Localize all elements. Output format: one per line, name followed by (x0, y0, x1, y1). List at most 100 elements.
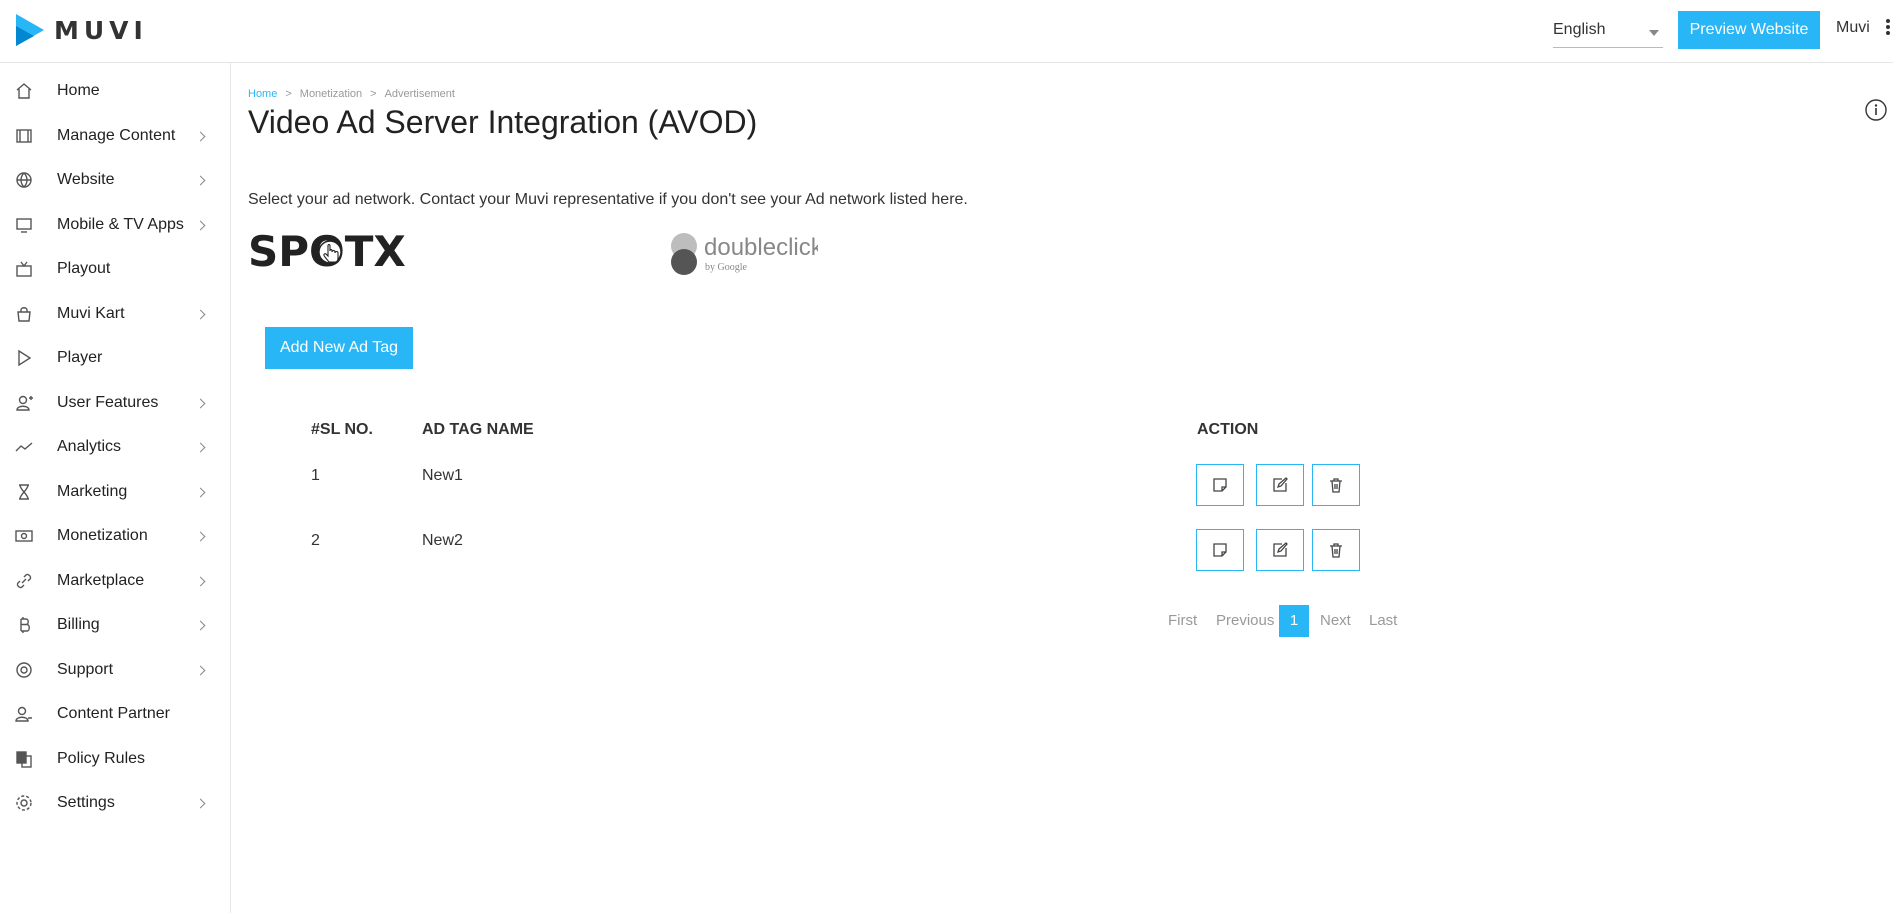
breadcrumb-home-link[interactable]: Home (248, 88, 277, 100)
kebab-menu-icon[interactable] (1886, 19, 1893, 39)
sidebar-item-marketplace[interactable]: Marketplace (0, 561, 230, 601)
breadcrumb-monetization-link[interactable]: Monetization (300, 88, 362, 100)
pagination-next[interactable]: Next (1320, 605, 1351, 637)
chevron-right-icon (195, 620, 206, 631)
user-menu-name[interactable]: Muvi (1836, 19, 1870, 37)
preview-website-button[interactable]: Preview Website (1678, 11, 1820, 49)
chevron-right-icon (195, 531, 206, 542)
sidebar-item-label: Billing (57, 616, 100, 633)
language-select[interactable]: English (1553, 18, 1663, 48)
sidebar-item-playout[interactable]: Playout (0, 249, 230, 289)
sidebar-item-policy-rules[interactable]: Policy Rules (0, 739, 230, 779)
sidebar-item-label: Support (57, 661, 114, 678)
view-button[interactable] (1196, 529, 1244, 571)
bitcoin-icon (14, 615, 34, 635)
breadcrumb-separator: > (285, 88, 292, 100)
copy-icon (14, 749, 34, 769)
breadcrumb-current: Advertisement (384, 88, 455, 100)
muvi-logo[interactable]: MUVI (14, 12, 148, 48)
column-header-ad-tag-name: AD TAG NAME (422, 421, 534, 438)
brand-name: MUVI (54, 15, 148, 45)
chevron-right-icon (195, 665, 206, 676)
sidebar-item-analytics[interactable]: Analytics (0, 427, 230, 467)
play-icon (14, 348, 34, 368)
sidebar-item-monetization[interactable]: Monetization (0, 516, 230, 556)
sidebar-item-label: Muvi Kart (57, 305, 125, 322)
info-icon[interactable] (1864, 98, 1888, 122)
trend-icon (14, 437, 34, 457)
sidebar-item-mobile-tv-apps[interactable]: Mobile & TV Apps (0, 205, 230, 245)
pagination-previous[interactable]: Previous (1216, 605, 1274, 637)
partner-icon (14, 704, 34, 724)
sidebar-item-label: Website (57, 171, 115, 188)
doubleclick-network-option[interactable]: doubleclick by Google (668, 232, 824, 280)
sidebar-item-marketing[interactable]: Marketing (0, 472, 230, 512)
trash-icon (1330, 543, 1342, 558)
pagination-first[interactable]: First (1168, 605, 1197, 637)
chevron-right-icon (195, 175, 206, 186)
globe-icon (14, 170, 34, 190)
sidebar-item-label: Monetization (57, 527, 148, 544)
delete-button[interactable] (1312, 529, 1360, 571)
gear-icon (14, 793, 34, 813)
doubleclick-logo-text: doubleclick (704, 234, 818, 261)
row-ad-tag-name: New1 (422, 467, 463, 484)
link-icon (14, 571, 34, 591)
muvi-logo-mark-icon (16, 14, 44, 46)
chevron-right-icon (195, 442, 206, 453)
sidebar-item-website[interactable]: Website (0, 160, 230, 200)
breadcrumb: Home > Monetization > Advertisement (248, 88, 455, 100)
sidebar-item-label: Mobile & TV Apps (57, 216, 184, 233)
column-header-action: ACTION (1197, 421, 1259, 438)
edit-icon (1273, 477, 1288, 492)
hand-cursor-icon (318, 240, 342, 264)
sidebar-item-home[interactable]: Home (0, 71, 230, 111)
film-icon (14, 126, 34, 146)
money-icon (14, 526, 34, 546)
lifebuoy-icon (14, 660, 34, 680)
chevron-right-icon (195, 487, 206, 498)
edit-button[interactable] (1256, 464, 1304, 506)
sidebar-item-label: Marketplace (57, 572, 145, 589)
delete-button[interactable] (1312, 464, 1360, 506)
user-add-icon (14, 393, 34, 413)
pagination-last[interactable]: Last (1369, 605, 1397, 637)
sidebar-item-label: Settings (57, 794, 115, 811)
breadcrumb-separator: > (370, 88, 377, 100)
monitor-icon (14, 215, 34, 235)
sidebar-item-label: Manage Content (57, 127, 176, 144)
column-header-sl-no: #SL NO. (311, 421, 373, 438)
sidebar-item-settings[interactable]: Settings (0, 783, 230, 823)
add-new-ad-tag-button[interactable]: Add New Ad Tag (265, 327, 413, 369)
sidebar-item-label: Policy Rules (57, 750, 146, 767)
sidebar-item-manage-content[interactable]: Manage Content (0, 116, 230, 156)
sidebar: Home Manage Content Website Mobile & TV … (0, 63, 231, 913)
chevron-right-icon (195, 398, 206, 409)
row-ad-tag-name: New2 (422, 532, 463, 549)
chevron-right-icon (195, 798, 206, 809)
tv-icon (14, 259, 34, 279)
note-icon (1213, 478, 1227, 492)
sidebar-item-support[interactable]: Support (0, 650, 230, 690)
sidebar-item-label: User Features (57, 394, 159, 411)
sidebar-item-label: Analytics (57, 438, 122, 455)
doubleclick-logo: doubleclick by Google (671, 233, 824, 275)
edit-button[interactable] (1256, 529, 1304, 571)
doubleclick-logo-sub: by Google (705, 262, 748, 273)
top-header: MUVI English Preview Website Muvi (0, 0, 1893, 63)
shopping-bag-icon (14, 304, 34, 324)
sidebar-item-user-features[interactable]: User Features (0, 383, 230, 423)
pagination-current-page[interactable]: 1 (1279, 605, 1309, 637)
sidebar-item-muvi-kart[interactable]: Muvi Kart (0, 294, 230, 334)
sidebar-item-label: Marketing (57, 483, 128, 500)
view-button[interactable] (1196, 464, 1244, 506)
trash-icon (1330, 478, 1342, 493)
sidebar-item-player[interactable]: Player (0, 338, 230, 378)
sidebar-item-label: Player (57, 349, 103, 366)
chevron-right-icon (195, 576, 206, 587)
sidebar-item-billing[interactable]: Billing (0, 605, 230, 645)
language-value: English (1553, 21, 1606, 38)
sidebar-item-label: Content Partner (57, 705, 170, 722)
sidebar-item-label: Playout (57, 260, 111, 277)
sidebar-item-content-partner[interactable]: Content Partner (0, 694, 230, 734)
